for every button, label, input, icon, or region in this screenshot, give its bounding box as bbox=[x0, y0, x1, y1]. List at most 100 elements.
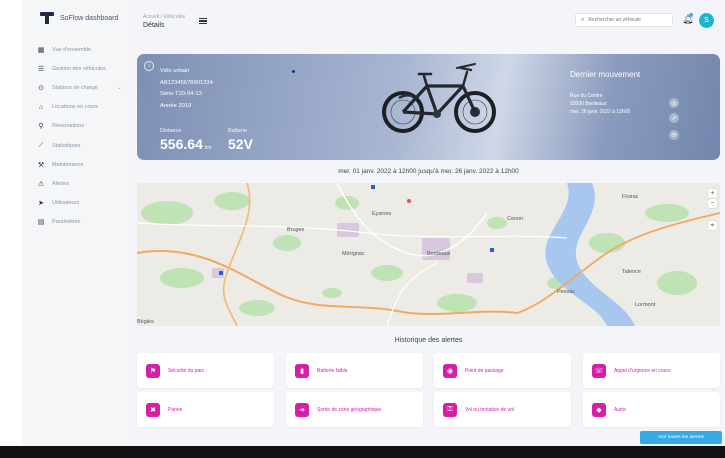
search-box[interactable]: ⌕ bbox=[575, 13, 673, 27]
distance-label: Distance bbox=[160, 128, 182, 134]
alert-card[interactable]: ◉ Point de passage bbox=[434, 353, 571, 388]
sidebar-item-label: Locations en cours bbox=[52, 104, 99, 111]
zone-icon: ➜ bbox=[295, 402, 309, 417]
sidebar-item-label: Vue d'ensemble bbox=[52, 46, 92, 53]
alert-card-label: Appel d'urgence en cours bbox=[614, 367, 671, 374]
sidebar-item-5[interactable]: ⟋ Statistiques bbox=[34, 136, 128, 155]
sidebar-item-3[interactable]: ⌂ Locations en cours bbox=[34, 98, 128, 117]
map-label-cenon: Cenon bbox=[507, 216, 523, 222]
map-canvas[interactable]: Eysines Bruges Mérignac Bordeaux Cenon F… bbox=[137, 183, 720, 326]
locate-button[interactable]: ◎ bbox=[669, 98, 679, 108]
warning-icon: ✖ bbox=[146, 402, 160, 417]
logo-icon bbox=[40, 12, 54, 24]
zoom-out-button[interactable]: − bbox=[708, 199, 717, 208]
shield-icon: ⚑ bbox=[146, 363, 160, 378]
last-move-title: Dernier mouvement bbox=[570, 70, 641, 79]
battery-label: Batterie bbox=[228, 128, 247, 134]
last-move-street: Rue du Centre bbox=[570, 93, 603, 99]
map-locate-button[interactable]: ⌖ bbox=[708, 221, 717, 230]
alert-card-label: Autre bbox=[614, 406, 626, 413]
scooter-icon: ⌂ bbox=[38, 103, 44, 111]
section-title: Historique des alertes bbox=[394, 337, 463, 344]
distance-unit: km bbox=[204, 145, 212, 151]
last-move-city: 33000 Bordeaux bbox=[570, 101, 607, 107]
sidebar: SoFlow dashboard ▦ Vue d'ensemble ☰ Gestion… bbox=[22, 0, 128, 446]
sidebar-item-label: Utilisateurs bbox=[52, 200, 80, 207]
dots-icon: ◆ bbox=[592, 402, 606, 417]
sidebar-item-label: Maintenance bbox=[52, 161, 84, 168]
calendar-icon: ⚲ bbox=[38, 123, 44, 131]
sidebar-item-label: Réservations bbox=[52, 123, 85, 130]
alert-card-label: Sortie de zone géographique bbox=[317, 406, 382, 413]
sidebar-nav: ▦ Vue d'ensemble ☰ Gestion des véhicules ⊙ St… bbox=[34, 40, 128, 232]
avatar[interactable]: S bbox=[699, 13, 714, 28]
last-move: Dernier mouvement Rue du Centre 33000 Bo… bbox=[570, 70, 640, 116]
sidebar-item-label: Gestion des véhicules bbox=[52, 65, 106, 72]
zoom-in-button[interactable]: + bbox=[708, 189, 717, 198]
last-move-date: mer. 26 janv. 2022 à 12h00 bbox=[570, 109, 631, 115]
search-input[interactable] bbox=[588, 17, 669, 23]
location-icon: ◉ bbox=[443, 363, 457, 378]
alert-card-label: Point de passage bbox=[465, 367, 504, 374]
hamburger-menu-icon[interactable] bbox=[199, 18, 207, 24]
grid-icon: ▦ bbox=[37, 46, 45, 54]
map-label-pessac: Pessac bbox=[557, 289, 575, 295]
battery-stat: Batterie 52V bbox=[228, 128, 253, 152]
sidebar-item-1[interactable]: ☰ Gestion des véhicules bbox=[34, 59, 128, 78]
vehicle-type: Vélo urbain bbox=[160, 68, 190, 74]
bell-icon: ⚠ bbox=[37, 180, 45, 188]
map-label-talence: Talence bbox=[622, 269, 641, 275]
alert-card-label: Batterie faible bbox=[317, 367, 348, 374]
sidebar-item-label: Stations de charge bbox=[52, 84, 98, 91]
map-label-floirac: Floirac bbox=[622, 194, 639, 200]
alert-card-label: Sécurité du parc bbox=[168, 367, 205, 374]
info-icon[interactable]: i bbox=[144, 61, 154, 71]
page-title: Détails bbox=[143, 22, 165, 29]
status-dot bbox=[292, 70, 295, 73]
alert-card[interactable]: ☏ Appel d'urgence en cours bbox=[583, 353, 720, 388]
vehicle-info: Vélo urbain AB12345678901234 Série T20-0… bbox=[160, 66, 213, 112]
map-label-lormont: Lormont bbox=[635, 302, 656, 308]
vehicle-hero-card: i Vélo urbain AB12345678901234 Série T20… bbox=[137, 54, 720, 160]
alert-card-label: Panne bbox=[168, 406, 183, 413]
sidebar-item-0[interactable]: ▦ Vue d'ensemble bbox=[34, 40, 128, 59]
wrench-icon: ⚒ bbox=[37, 161, 45, 169]
alert-card[interactable]: ➜ Sortie de zone géographique bbox=[286, 392, 423, 427]
bike-image bbox=[382, 63, 496, 133]
brand[interactable]: SoFlow dashboard bbox=[40, 12, 118, 24]
phone-icon: ☏ bbox=[592, 363, 606, 378]
sidebar-item-2[interactable]: ⊙ Stations de charge ⌄ bbox=[34, 78, 128, 97]
chart-icon: ⟋ bbox=[38, 141, 44, 149]
sidebar-item-7[interactable]: ⚠ Alertes bbox=[34, 174, 128, 193]
view-all-alerts-button[interactable]: Voir toutes les alertes bbox=[640, 431, 722, 444]
settings-icon: ▤ bbox=[37, 219, 45, 227]
sidebar-item-9[interactable]: ▤ Paramètres bbox=[34, 213, 128, 232]
page-header: Accueil / Véhicules Détails bbox=[143, 14, 185, 29]
distance-value: 556.64 bbox=[160, 136, 203, 152]
alert-card-label: Vol ou tentative de vol bbox=[465, 406, 514, 413]
sidebar-item-6[interactable]: ⚒ Maintenance bbox=[34, 155, 128, 174]
user-icon: ➤ bbox=[38, 200, 44, 208]
breadcrumb[interactable]: Accueil / Véhicules bbox=[143, 14, 185, 20]
history-button[interactable]: ⟳ bbox=[669, 130, 679, 140]
alert-card[interactable]: ✖ Panne bbox=[137, 392, 274, 427]
vehicle-year: Année 2019 bbox=[160, 102, 192, 109]
alert-card[interactable]: ◆ Autre bbox=[583, 392, 720, 427]
search-icon: ⌕ bbox=[581, 16, 585, 23]
map-label-begles: Bègles bbox=[137, 319, 154, 325]
alert-card[interactable]: ▮ Batterie faible bbox=[286, 353, 423, 388]
sidebar-item-label: Alertes bbox=[52, 180, 70, 187]
sidebar-item-8[interactable]: ➤ Utilisateurs bbox=[34, 194, 128, 213]
taskbar bbox=[0, 446, 725, 458]
map-label-eysines: Eysines bbox=[372, 211, 392, 217]
alert-card[interactable]: ⚑ Sécurité du parc bbox=[137, 353, 274, 388]
map-label-bruges: Bruges bbox=[287, 227, 305, 233]
lock-icon: ⚿ bbox=[443, 402, 457, 417]
sidebar-item-label: Paramètres bbox=[52, 219, 81, 226]
sidebar-item-4[interactable]: ⚲ Réservations bbox=[34, 117, 128, 136]
battery-value: 52V bbox=[228, 136, 253, 152]
alert-card[interactable]: ⚿ Vol ou tentative de vol bbox=[434, 392, 571, 427]
map[interactable]: Eysines Bruges Mérignac Bordeaux Cenon F… bbox=[137, 183, 720, 326]
map-label-bordeaux: Bordeaux bbox=[427, 251, 451, 257]
share-button[interactable]: ↗ bbox=[669, 113, 679, 123]
